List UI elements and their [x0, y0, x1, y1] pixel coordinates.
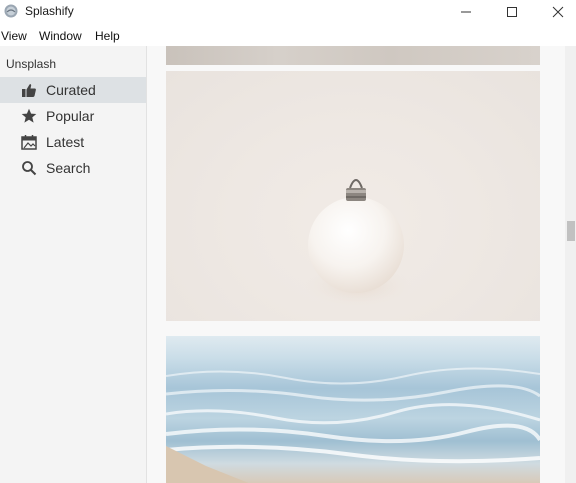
calendar-icon	[21, 135, 37, 150]
menu-window[interactable]: Window	[39, 29, 82, 43]
photo-item[interactable]	[165, 336, 542, 483]
ocean-image	[165, 367, 542, 483]
thumbs-up-icon	[22, 84, 36, 97]
photo-grid	[147, 46, 565, 483]
window-title: Splashify	[25, 4, 74, 18]
sidebar-item-label: Curated	[46, 82, 96, 98]
minimize-button[interactable]	[443, 0, 489, 24]
scrollbar-thumb[interactable]	[567, 221, 575, 241]
sidebar-item-label: Latest	[46, 134, 85, 150]
sidebar-item-label: Popular	[46, 108, 95, 124]
app-logo-icon	[4, 4, 18, 18]
sidebar-header: Unsplash	[6, 57, 57, 71]
photo-item[interactable]	[166, 46, 540, 65]
sidebar-item-latest[interactable]: Latest	[0, 129, 146, 155]
sidebar-item-label: Search	[46, 160, 91, 176]
star-icon	[21, 108, 37, 123]
ornament-image	[303, 179, 413, 308]
maximize-icon	[507, 7, 517, 17]
vertical-scrollbar[interactable]	[565, 46, 576, 483]
title-bar: Splashify	[0, 0, 576, 24]
minimize-icon	[461, 11, 471, 13]
maximize-button[interactable]	[489, 0, 535, 24]
menu-bar: View Window Help	[0, 26, 576, 46]
sidebar-item-search[interactable]: Search	[0, 155, 146, 181]
close-icon	[552, 6, 564, 18]
photo-item[interactable]	[166, 71, 540, 321]
menu-view[interactable]: View	[1, 29, 27, 43]
sidebar-item-curated[interactable]: Curated	[0, 77, 146, 103]
menu-help[interactable]: Help	[95, 29, 120, 43]
sidebar: Unsplash Curated Popular Latest Search	[0, 46, 147, 483]
sidebar-item-popular[interactable]: Popular	[0, 103, 146, 129]
search-icon	[22, 161, 37, 176]
close-button[interactable]	[535, 0, 576, 24]
